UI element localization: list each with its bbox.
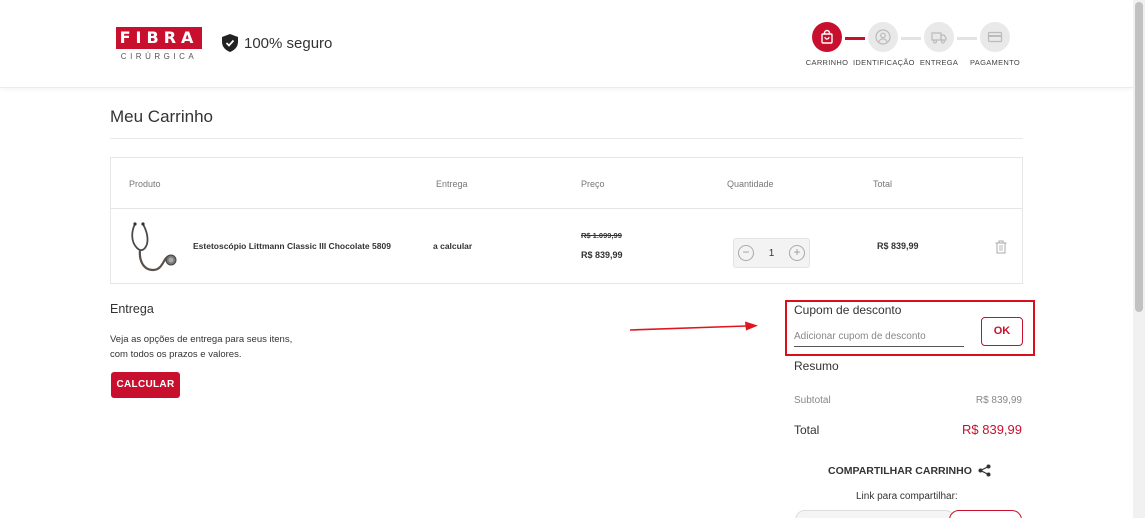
logo-main-text: FIBRA xyxy=(116,27,202,49)
share-link-input[interactable] xyxy=(795,510,955,518)
page-title: Meu Carrinho xyxy=(110,107,213,126)
summary-title: Resumo xyxy=(794,359,839,373)
step-label: CARRINHO xyxy=(805,58,849,67)
delivery-value: a calcular xyxy=(433,241,473,251)
step-carrinho[interactable]: CARRINHO xyxy=(797,22,857,67)
subtotal-value: R$ 839,99 xyxy=(975,395,1022,406)
delivery-text-line: Veja as opções de entrega para seus iten… xyxy=(110,334,293,345)
secure-label: 100% seguro xyxy=(244,34,333,52)
header-quantity: Quantidade xyxy=(727,179,774,189)
total-value: R$ 839,99 xyxy=(962,422,1022,437)
step-label: PAGAMENTO xyxy=(970,58,1020,67)
step-label: IDENTIFICAÇÃO xyxy=(853,58,915,67)
truck-icon xyxy=(931,32,947,44)
plus-icon[interactable]: + xyxy=(789,245,805,261)
step-identificacao[interactable]: IDENTIFICAÇÃO xyxy=(853,22,915,67)
minus-icon[interactable]: − xyxy=(738,245,754,261)
delivery-description: Veja as opções de entrega para seus iten… xyxy=(110,332,292,362)
table-header: Produto Entrega Preço Quantidade Total xyxy=(111,158,1022,209)
cart-table: Produto Entrega Preço Quantidade Total E… xyxy=(110,157,1023,284)
shield-check-icon xyxy=(222,34,238,52)
old-price: R$ 1.099,99 xyxy=(581,231,622,240)
product-name[interactable]: Estetoscópio Littmann Classic III Chocol… xyxy=(193,241,391,251)
scrollbar-thumb[interactable] xyxy=(1135,2,1143,312)
annotation-arrow xyxy=(630,321,758,331)
header-total: Total xyxy=(873,179,893,189)
share-cart[interactable]: COMPARTILHAR CARRINHO xyxy=(828,464,991,477)
coupon-ok-button[interactable]: OK xyxy=(981,317,1023,346)
secure-badge: 100% seguro xyxy=(222,34,332,52)
delivery-title: Entrega xyxy=(110,302,154,316)
brand-logo[interactable]: FIBRA CIRÚRGICA xyxy=(116,27,202,61)
share-title: COMPARTILHAR CARRINHO xyxy=(828,464,972,477)
step-entrega[interactable]: ENTREGA xyxy=(909,22,969,67)
quantity-value[interactable]: 1 xyxy=(769,248,775,259)
header-product: Produto xyxy=(129,179,161,189)
bag-icon xyxy=(821,29,833,44)
total-label: Total xyxy=(794,423,820,437)
coupon-title: Cupom de desconto xyxy=(794,303,902,317)
header-price: Preço xyxy=(581,179,605,189)
card-icon xyxy=(987,31,1003,43)
trash-icon[interactable] xyxy=(995,240,1007,254)
user-icon xyxy=(875,29,891,45)
table-row: Estetoscópio Littmann Classic III Chocol… xyxy=(111,210,1022,284)
delivery-text-line: com todos os prazos e valores. xyxy=(110,349,242,360)
subtotal-label: Subtotal xyxy=(794,395,831,406)
current-price: R$ 839,99 xyxy=(581,250,623,260)
row-total: R$ 839,99 xyxy=(877,241,919,251)
share-link-label: Link para compartilhar: xyxy=(856,491,958,502)
checkout-steps: CARRINHO IDENTIFICAÇÃO ENTREGA PAGAMENTO xyxy=(800,22,1030,72)
step-label: ENTREGA xyxy=(919,58,959,67)
calculate-button[interactable]: CALCULAR xyxy=(111,372,180,398)
share-icon[interactable] xyxy=(978,464,991,477)
site-header: FIBRA CIRÚRGICA 100% seguro CARRINHO IDE… xyxy=(0,0,1133,88)
header-delivery: Entrega xyxy=(436,179,468,189)
stethoscope-image[interactable] xyxy=(125,220,181,274)
logo-sub-text: CIRÚRGICA xyxy=(120,52,198,61)
coupon-input[interactable] xyxy=(794,327,964,347)
page-scrollbar[interactable] xyxy=(1133,0,1145,518)
copy-link-button[interactable] xyxy=(949,510,1022,518)
divider xyxy=(110,138,1023,139)
step-pagamento[interactable]: PAGAMENTO xyxy=(965,22,1025,67)
quantity-stepper: − 1 + xyxy=(733,238,810,268)
